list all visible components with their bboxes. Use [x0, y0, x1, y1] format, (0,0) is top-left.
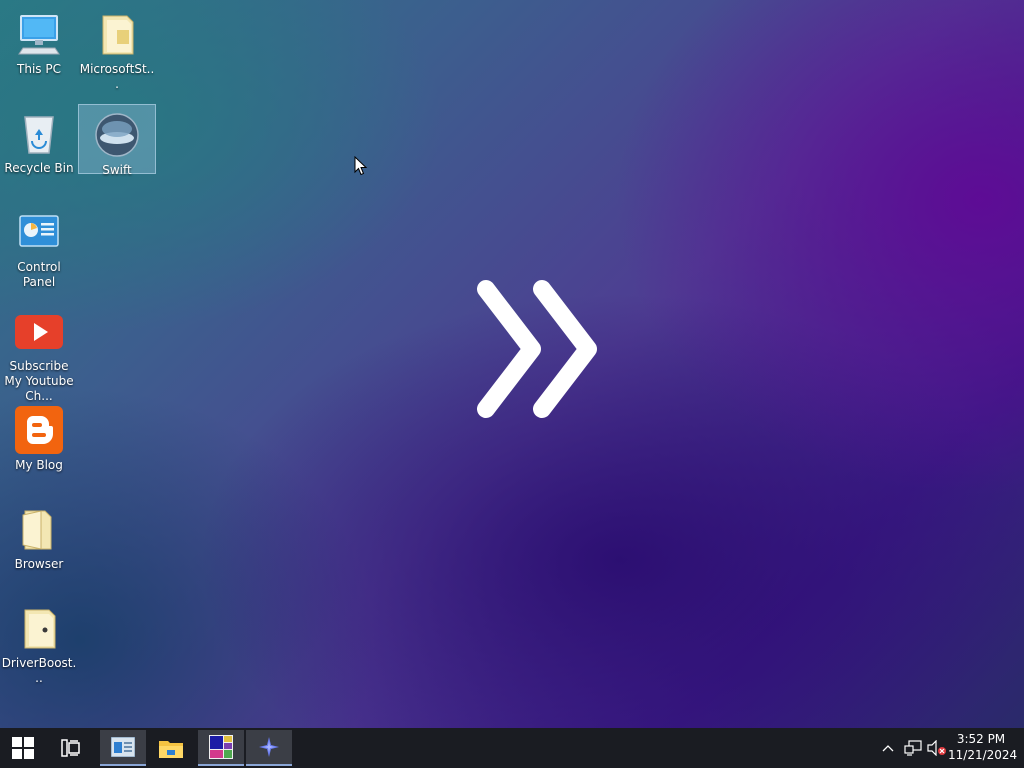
- clock-time: 3:52 PM: [956, 732, 1006, 746]
- desktop-icon-control-panel[interactable]: Control Panel: [0, 202, 78, 289]
- desktop-icon-youtube[interactable]: Subscribe My Youtube Ch...: [0, 301, 78, 403]
- folder-icon: [15, 505, 63, 553]
- taskbar-file-explorer[interactable]: [148, 730, 194, 766]
- taskbar-color-app[interactable]: [198, 730, 244, 766]
- network-icon: [904, 740, 922, 756]
- desktop-icon-this-pc[interactable]: This PC: [0, 4, 78, 76]
- desktop-icon-label: MicrosoftSt...: [79, 62, 155, 91]
- desktop-icon-swift[interactable]: Swift: [78, 104, 156, 177]
- chevron-up-icon: [882, 745, 894, 752]
- desktop-icon-browser[interactable]: Browser: [0, 499, 78, 571]
- windows-logo-icon: [12, 737, 34, 759]
- desktop-icon-label: Subscribe My Youtube Ch...: [4, 359, 74, 403]
- control-panel-icon: [15, 208, 63, 256]
- folder-icon: [93, 10, 141, 58]
- volume-button[interactable]: [926, 728, 948, 768]
- taskbar-app-window[interactable]: [100, 730, 146, 766]
- desktop-icon-my-blog[interactable]: My Blog: [0, 400, 78, 472]
- recycle-bin-icon: [15, 109, 63, 157]
- desktop-icon-microsoft-store-folder[interactable]: MicrosoftSt...: [78, 4, 156, 91]
- desktop[interactable]: This PC MicrosoftSt... Recycle Bin Swift…: [0, 0, 1024, 728]
- taskbar-clock[interactable]: 3:52 PM 11/21/2024: [948, 731, 1018, 765]
- desktop-icon-recycle-bin[interactable]: Recycle Bin: [0, 103, 78, 175]
- network-button[interactable]: [902, 728, 924, 768]
- taskbar-swift-app[interactable]: [246, 730, 292, 766]
- desktop-icon-label: Recycle Bin: [4, 161, 74, 175]
- youtube-icon: [15, 307, 63, 355]
- mouse-cursor-icon: [354, 155, 368, 176]
- desktop-icon-label: Swift: [102, 163, 132, 177]
- computer-icon: [15, 10, 63, 58]
- folder-icon: [15, 604, 63, 652]
- wallpaper-chevron-logo: [470, 275, 610, 425]
- task-view-icon: [61, 739, 80, 757]
- desktop-icon-label: My Blog: [15, 458, 63, 472]
- desktop-icon-label: DriverBoost...: [1, 656, 77, 685]
- desktop-icon-driverbooster[interactable]: DriverBoost...: [0, 598, 78, 685]
- desktop-icon-label: Browser: [14, 557, 64, 571]
- taskbar: 3:52 PM 11/21/2024: [0, 728, 1024, 768]
- task-view-button[interactable]: [48, 730, 94, 766]
- blogger-icon: [15, 406, 63, 454]
- color-app-icon: [209, 735, 233, 759]
- swift-app-icon: [259, 737, 279, 757]
- volume-muted-icon: [927, 740, 946, 756]
- clock-date: 11/21/2024: [948, 748, 1018, 762]
- swift-app-icon: [93, 111, 141, 159]
- show-hidden-icons-button[interactable]: [878, 728, 898, 768]
- file-explorer-icon: [159, 741, 183, 758]
- desktop-icon-label: This PC: [17, 62, 61, 76]
- desktop-icon-label: Control Panel: [17, 260, 61, 289]
- start-button[interactable]: [0, 730, 46, 766]
- app-window-icon: [111, 737, 135, 757]
